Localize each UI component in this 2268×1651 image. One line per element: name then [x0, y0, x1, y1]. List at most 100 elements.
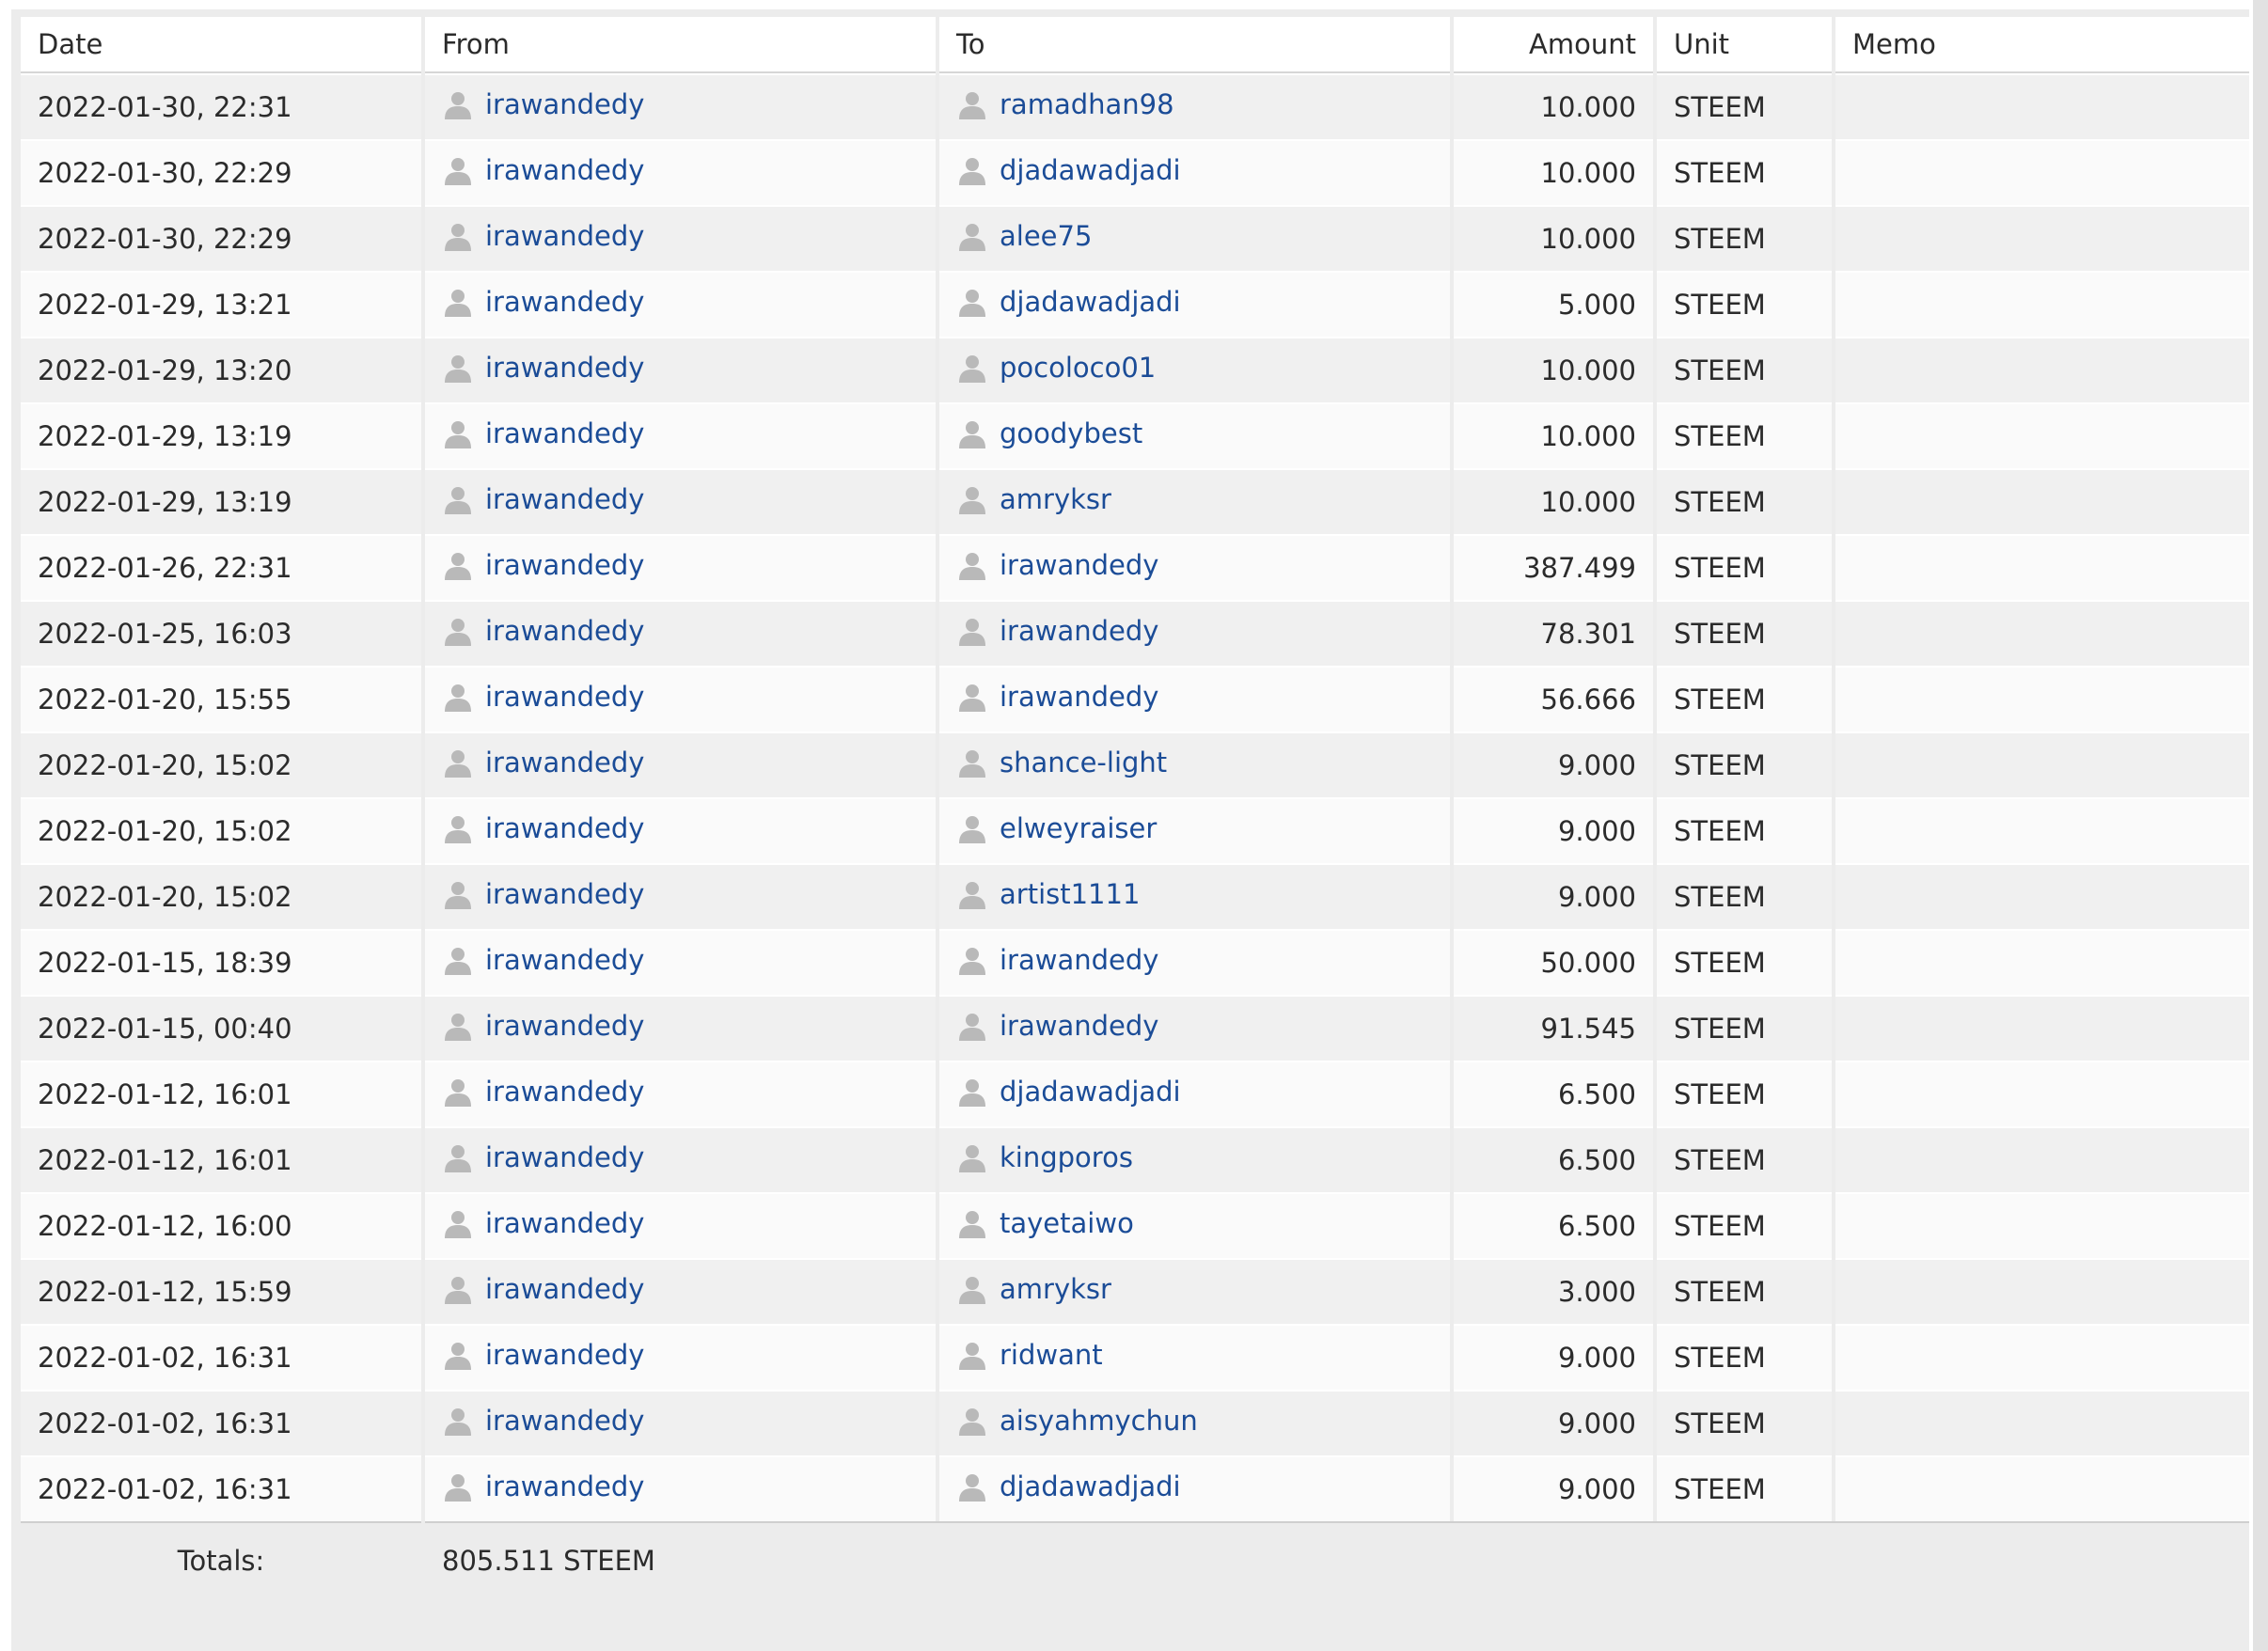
to-user-link[interactable]: irawandedy [1000, 615, 1158, 647]
from-user[interactable]: irawandedy [442, 352, 644, 384]
from-user[interactable]: irawandedy [442, 1470, 644, 1502]
from-user[interactable]: irawandedy [442, 1207, 644, 1239]
column-header-amount[interactable]: Amount [1454, 17, 1653, 73]
from-user-link[interactable]: irawandedy [485, 286, 644, 318]
to-user[interactable]: irawandedy [956, 615, 1158, 647]
to-user-link[interactable]: djadawadjadi [1000, 1076, 1181, 1108]
from-user-link[interactable]: irawandedy [485, 483, 644, 515]
to-user[interactable]: djadawadjadi [956, 286, 1181, 318]
to-user-link[interactable]: tayetaiwo [1000, 1207, 1134, 1239]
from-user[interactable]: irawandedy [442, 1405, 644, 1437]
table-row: 2022-01-29, 13:21 irawandedy djadawadjad… [21, 271, 2249, 337]
from-user-link[interactable]: irawandedy [485, 1207, 644, 1239]
from-user[interactable]: irawandedy [442, 1273, 644, 1305]
to-user[interactable]: aisyahmychun [956, 1405, 1198, 1437]
from-user[interactable]: irawandedy [442, 878, 644, 910]
to-user-link[interactable]: ramadhan98 [1000, 88, 1174, 120]
to-user[interactable]: djadawadjadi [956, 1470, 1181, 1502]
from-user[interactable]: irawandedy [442, 88, 644, 120]
to-user[interactable]: ramadhan98 [956, 88, 1174, 120]
transfer-to-cell: irawandedy [939, 929, 1450, 995]
from-user-link[interactable]: irawandedy [485, 1339, 644, 1371]
from-user[interactable]: irawandedy [442, 1076, 644, 1108]
from-user[interactable]: irawandedy [442, 1339, 644, 1371]
from-user-link[interactable]: irawandedy [485, 1076, 644, 1108]
to-user[interactable]: pocoloco01 [956, 352, 1156, 384]
from-user[interactable]: irawandedy [442, 747, 644, 778]
from-user[interactable]: irawandedy [442, 549, 644, 581]
transfer-amount: 9.000 [1454, 863, 1653, 929]
from-user[interactable]: irawandedy [442, 154, 644, 186]
from-user-link[interactable]: irawandedy [485, 549, 644, 581]
to-user-link[interactable]: elweyraiser [1000, 812, 1157, 844]
to-user[interactable]: irawandedy [956, 549, 1158, 581]
to-user-link[interactable]: djadawadjadi [1000, 286, 1181, 318]
column-header-memo[interactable]: Memo [1835, 17, 2249, 73]
from-user[interactable]: irawandedy [442, 1010, 644, 1042]
to-user-link[interactable]: irawandedy [1000, 681, 1158, 713]
from-user-link[interactable]: irawandedy [485, 1470, 644, 1502]
to-user[interactable]: kingporos [956, 1141, 1133, 1173]
from-user-link[interactable]: irawandedy [485, 352, 644, 384]
to-user[interactable]: goodybest [956, 417, 1142, 449]
to-user-link[interactable]: amryksr [1000, 483, 1111, 515]
from-user-link[interactable]: irawandedy [485, 1405, 644, 1437]
from-user[interactable]: irawandedy [442, 812, 644, 844]
to-user[interactable]: artist1111 [956, 878, 1140, 910]
to-user[interactable]: irawandedy [956, 944, 1158, 976]
from-user[interactable]: irawandedy [442, 286, 644, 318]
column-header-from[interactable]: From [425, 17, 936, 73]
transfer-date: 2022-01-12, 16:01 [21, 1126, 421, 1192]
from-user-link[interactable]: irawandedy [485, 154, 644, 186]
from-user[interactable]: irawandedy [442, 483, 644, 515]
transfer-amount: 78.301 [1454, 600, 1653, 666]
to-user-link[interactable]: ridwant [1000, 1339, 1103, 1371]
to-user-link[interactable]: kingporos [1000, 1141, 1133, 1173]
from-user[interactable]: irawandedy [442, 417, 644, 449]
from-user-link[interactable]: irawandedy [485, 681, 644, 713]
column-header-to[interactable]: To [939, 17, 1450, 73]
to-user-link[interactable]: aisyahmychun [1000, 1405, 1198, 1437]
to-user[interactable]: tayetaiwo [956, 1207, 1134, 1239]
to-user-link[interactable]: pocoloco01 [1000, 352, 1156, 384]
to-user[interactable]: amryksr [956, 1273, 1111, 1305]
from-user-link[interactable]: irawandedy [485, 747, 644, 778]
to-user[interactable]: irawandedy [956, 1010, 1158, 1042]
to-user[interactable]: irawandedy [956, 681, 1158, 713]
from-user-link[interactable]: irawandedy [485, 417, 644, 449]
from-user[interactable]: irawandedy [442, 681, 644, 713]
from-user[interactable]: irawandedy [442, 220, 644, 252]
to-user[interactable]: alee75 [956, 220, 1092, 252]
from-user-link[interactable]: irawandedy [485, 88, 644, 120]
to-user-link[interactable]: amryksr [1000, 1273, 1111, 1305]
from-user[interactable]: irawandedy [442, 944, 644, 976]
from-user[interactable]: irawandedy [442, 1141, 644, 1173]
to-user[interactable]: elweyraiser [956, 812, 1157, 844]
transfer-memo [1835, 797, 2249, 863]
to-user-link[interactable]: artist1111 [1000, 878, 1140, 910]
column-header-unit[interactable]: Unit [1657, 17, 1832, 73]
to-user-link[interactable]: irawandedy [1000, 944, 1158, 976]
to-user-link[interactable]: irawandedy [1000, 549, 1158, 581]
to-user-link[interactable]: djadawadjadi [1000, 1470, 1181, 1502]
from-user-link[interactable]: irawandedy [485, 1141, 644, 1173]
to-user[interactable]: ridwant [956, 1339, 1103, 1371]
to-user[interactable]: amryksr [956, 483, 1111, 515]
to-user-link[interactable]: goodybest [1000, 417, 1142, 449]
from-user-link[interactable]: irawandedy [485, 220, 644, 252]
to-user[interactable]: djadawadjadi [956, 154, 1181, 186]
from-user-link[interactable]: irawandedy [485, 1010, 644, 1042]
to-user-link[interactable]: djadawadjadi [1000, 154, 1181, 186]
to-user-link[interactable]: alee75 [1000, 220, 1092, 252]
to-user-link[interactable]: irawandedy [1000, 1010, 1158, 1042]
from-user-link[interactable]: irawandedy [485, 812, 644, 844]
column-header-date[interactable]: Date [21, 17, 421, 73]
from-user[interactable]: irawandedy [442, 615, 644, 647]
from-user-link[interactable]: irawandedy [485, 878, 644, 910]
to-user[interactable]: shance-light [956, 747, 1167, 778]
to-user-link[interactable]: shance-light [1000, 747, 1167, 778]
from-user-link[interactable]: irawandedy [485, 944, 644, 976]
from-user-link[interactable]: irawandedy [485, 615, 644, 647]
from-user-link[interactable]: irawandedy [485, 1273, 644, 1305]
to-user[interactable]: djadawadjadi [956, 1076, 1181, 1108]
